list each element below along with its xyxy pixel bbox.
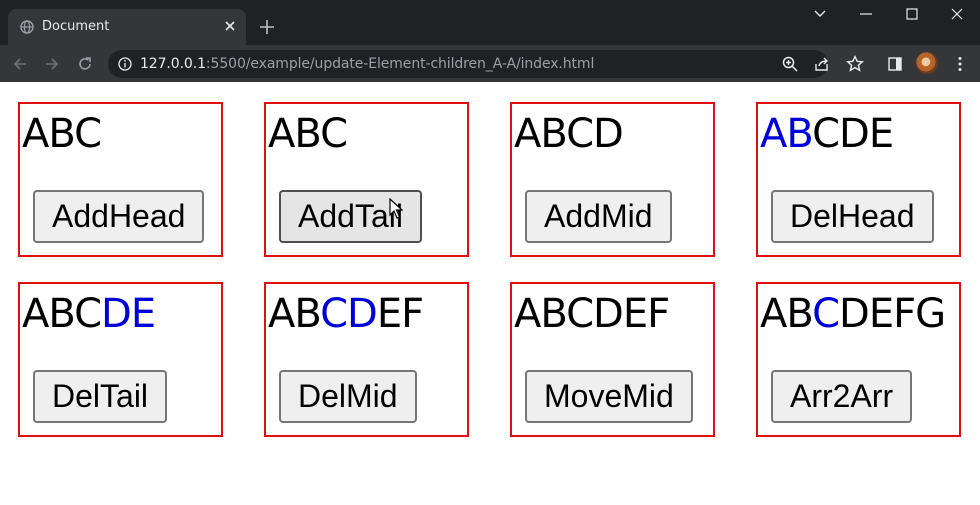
text-segment: ABC: [268, 111, 348, 157]
share-icon[interactable]: [813, 55, 831, 73]
url-text[interactable]: 127.0.0.1:5500/example/update-Element-ch…: [140, 56, 594, 72]
addmid-button[interactable]: AddMid: [525, 190, 672, 243]
text-segment: CDE: [812, 111, 894, 157]
more-options-icon[interactable]: [950, 54, 970, 74]
new-tab-plus-icon[interactable]: [258, 18, 276, 36]
demo-card: ABCDEFG Arr2Arr: [756, 282, 961, 437]
forward-arrow-icon[interactable]: [42, 54, 62, 74]
minimize-icon[interactable]: [856, 4, 876, 24]
demo-card: ABCDE DelHead: [756, 102, 961, 257]
children-text: ABC: [22, 111, 102, 157]
star-bookmark-icon[interactable]: [845, 54, 865, 74]
highlighted-segment: DE: [101, 291, 156, 337]
children-text: ABCDEFG: [760, 291, 946, 337]
address-bar[interactable]: 127.0.0.1:5500/example/update-Element-ch…: [108, 50, 828, 78]
highlighted-segment: CD: [320, 291, 378, 337]
globe-icon: [20, 20, 34, 34]
addtail-button[interactable]: AddTail: [279, 190, 422, 243]
chevron-down-icon[interactable]: [810, 4, 830, 24]
text-segment: EF: [376, 291, 424, 337]
text-segment: AB: [268, 291, 321, 337]
arr2arr-button[interactable]: Arr2Arr: [771, 370, 913, 423]
back-arrow-icon[interactable]: [10, 54, 30, 74]
deltail-button[interactable]: DelTail: [33, 370, 168, 423]
text-segment: DEFG: [839, 291, 946, 337]
zoom-icon[interactable]: [781, 55, 799, 73]
profile-avatar[interactable]: [916, 52, 938, 74]
demo-card: ABC AddHead: [18, 102, 223, 257]
side-panel-icon[interactable]: [885, 54, 905, 74]
browser-toolbar: 127.0.0.1:5500/example/update-Element-ch…: [0, 45, 980, 82]
text-segment: ABC: [22, 111, 102, 157]
highlighted-segment: C: [812, 291, 840, 337]
url-host: 127.0.0.1: [140, 56, 206, 72]
close-icon[interactable]: [222, 18, 238, 34]
children-text: ABCDE: [760, 111, 894, 157]
text-segment: AB: [760, 291, 813, 337]
info-icon[interactable]: [118, 57, 132, 71]
text-segment: ABC: [22, 291, 102, 337]
delmid-button[interactable]: DelMid: [279, 370, 417, 423]
demo-card: ABC AddTail: [264, 102, 469, 257]
text-segment: ABCDEF: [514, 291, 670, 337]
tab-title: Document: [42, 19, 110, 34]
highlighted-segment: AB: [760, 111, 813, 157]
delhead-button[interactable]: DelHead: [771, 190, 934, 243]
children-text: ABCDEF: [514, 291, 670, 337]
demo-card: ABCDEF MoveMid: [510, 282, 715, 437]
children-text: ABCDEF: [268, 291, 424, 337]
url-path: :5500/example/update-Element-children_A-…: [205, 56, 595, 72]
children-text: ABC: [268, 111, 348, 157]
demo-card: ABCDE DelTail: [18, 282, 223, 437]
reload-icon[interactable]: [75, 54, 95, 74]
children-text: ABCD: [514, 111, 624, 157]
browser-titlebar: Document: [0, 0, 980, 45]
text-segment: ABCD: [514, 111, 624, 157]
maximize-icon[interactable]: [902, 4, 922, 24]
demo-card: ABCD AddMid: [510, 102, 715, 257]
addhead-button[interactable]: AddHead: [33, 190, 205, 243]
demo-card: ABCDEF DelMid: [264, 282, 469, 437]
browser-tab[interactable]: Document: [8, 9, 246, 45]
window-close-icon[interactable]: [947, 4, 967, 24]
movemid-button[interactable]: MoveMid: [525, 370, 693, 423]
children-text: ABCDE: [22, 291, 156, 337]
